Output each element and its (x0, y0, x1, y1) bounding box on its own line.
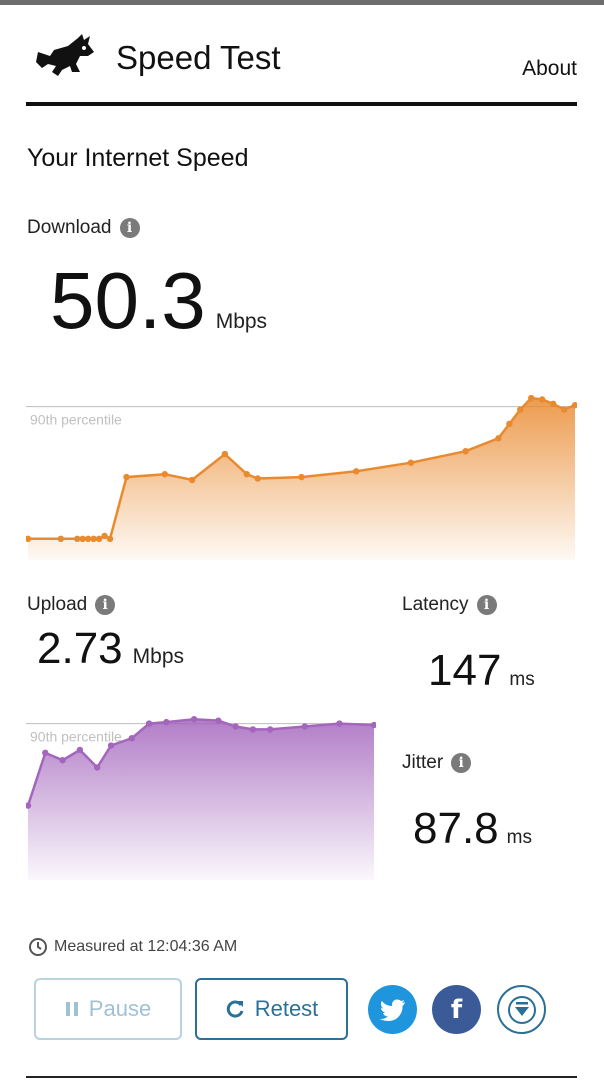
pause-label: Pause (88, 996, 152, 1021)
download-unit: Mbps (215, 310, 268, 333)
upload-label-text: Upload (27, 594, 88, 615)
retest-button[interactable]: Retest (195, 978, 348, 1040)
jitter-label: Jitter i (402, 752, 472, 774)
download-number: 50.3 (50, 256, 206, 345)
app-header: Speed Test About (26, 30, 577, 106)
dl-data-point (188, 476, 196, 484)
dl-data-point (407, 459, 415, 466)
download-arrow-icon (507, 995, 536, 1024)
latency-value: 147 ms (428, 645, 535, 697)
info-icon[interactable]: i (119, 218, 140, 238)
save-result-button[interactable] (497, 985, 546, 1034)
upload-unit: Mbps (132, 645, 184, 668)
dl-data-point (95, 535, 103, 543)
ul-data-point (163, 718, 170, 726)
jitter-number: 87.8 (413, 804, 499, 853)
dl-data-point (74, 535, 81, 543)
twitter-share-button[interactable] (368, 985, 417, 1034)
info-icon[interactable]: i (476, 595, 497, 615)
dl-data-point (506, 420, 513, 428)
dl-data-point (79, 535, 86, 543)
latency-label: Latency i (402, 594, 497, 616)
ul-data-point (301, 723, 308, 730)
section-title: Your Internet Speed (27, 144, 249, 172)
ul-data-point (42, 749, 49, 757)
dl-data-point (353, 468, 360, 475)
percentile-label: 90th percentile (30, 729, 122, 745)
ul-data-point (76, 746, 84, 754)
upload-chart: 90th percentile (26, 715, 376, 880)
facebook-icon: f (450, 994, 463, 1025)
latency-unit: ms (509, 669, 535, 690)
latency-number: 147 (428, 646, 502, 695)
pause-icon (65, 1001, 79, 1017)
latency-label-text: Latency (402, 594, 469, 615)
upload-number: 2.73 (37, 624, 123, 673)
dl-data-point (538, 396, 546, 403)
measured-text: Measured at 12:04:36 AM (54, 938, 238, 955)
info-icon[interactable]: i (451, 753, 472, 773)
facebook-share-button[interactable]: f (432, 985, 481, 1034)
dl-data-point (560, 406, 568, 413)
ul-data-point (94, 764, 101, 771)
dl-data-point (90, 535, 97, 543)
measured-timestamp: Measured at 12:04:36 AM (28, 937, 237, 957)
refresh-icon (225, 999, 245, 1019)
ul-data-point (336, 720, 343, 727)
dl-data-point (298, 473, 305, 481)
clock-icon (29, 938, 47, 956)
dl-data-point (106, 535, 114, 543)
download-chart: 90th percentile (26, 394, 577, 560)
rabbit-logo-icon (32, 32, 96, 82)
info-icon[interactable]: i (95, 595, 116, 615)
dl-data-point (549, 400, 557, 407)
ul-data-point (128, 735, 135, 742)
jitter-unit: ms (506, 827, 532, 848)
download-label-text: Download (27, 217, 112, 238)
ul-data-point (59, 756, 66, 764)
dl-data-point (84, 535, 92, 543)
dl-data-point (101, 532, 108, 540)
retest-label: Retest (254, 996, 319, 1021)
dl-data-point (517, 406, 524, 413)
upload-value: 2.73 Mbps (37, 623, 184, 675)
ul-data-point (107, 742, 115, 749)
dl-data-point (57, 535, 65, 543)
app-title: Speed Test (116, 39, 281, 76)
ul-data-point (249, 726, 257, 733)
download-value: 50.3 Mbps (50, 256, 267, 346)
pause-button[interactable]: Pause (34, 978, 182, 1040)
upload-label: Upload i (27, 594, 116, 616)
dl-data-point (528, 394, 535, 402)
jitter-label-text: Jitter (402, 752, 444, 773)
dl-data-point (123, 473, 130, 481)
ul-data-point (215, 717, 222, 724)
status-bar-strip (0, 0, 604, 5)
dl-data-point (462, 448, 469, 455)
dl-data-point (221, 450, 229, 458)
dl-data-point (243, 470, 250, 478)
about-link[interactable]: About (522, 57, 577, 81)
ul-data-point (232, 723, 239, 730)
ul-data-point (267, 726, 274, 733)
twitter-icon (379, 999, 405, 1021)
download-label: Download i (27, 217, 140, 239)
jitter-value: 87.8 ms (413, 803, 532, 855)
ul-data-point (145, 720, 153, 727)
bottom-divider (26, 1076, 577, 1078)
ul-data-point (190, 715, 198, 723)
dl-data-point (161, 470, 168, 478)
percentile-label: 90th percentile (30, 412, 122, 428)
dl-data-point (254, 475, 261, 482)
dl-data-point (495, 435, 502, 442)
